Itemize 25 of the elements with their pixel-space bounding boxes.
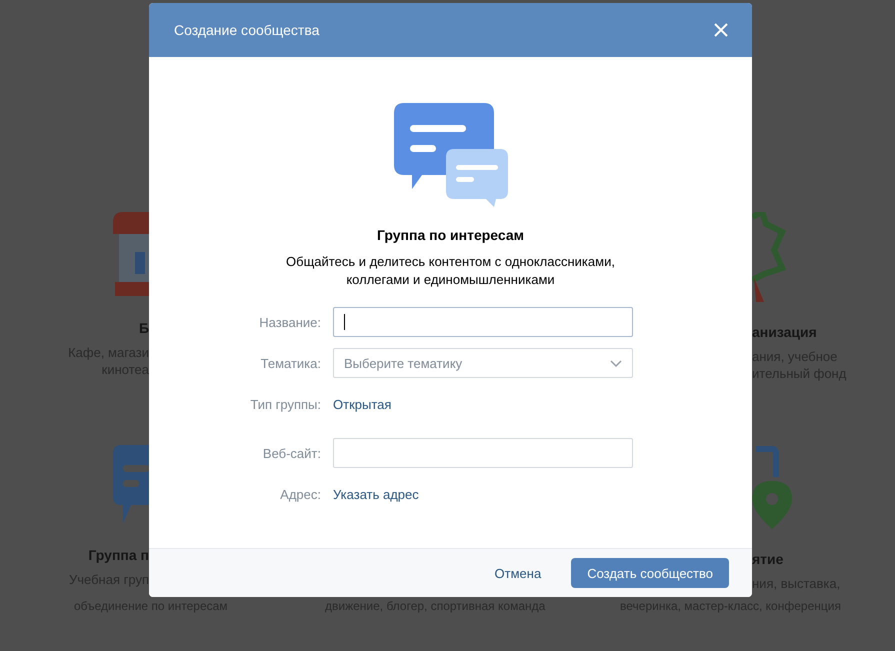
field-label: Веб-сайт:	[262, 446, 322, 460]
dialog-title: Создание сообщества	[174, 22, 320, 38]
card-title: анизация	[752, 324, 818, 340]
chat-bubbles-icon	[392, 103, 510, 207]
field-label: Тематика:	[260, 356, 322, 370]
cancel-button[interactable]: Отмена	[480, 558, 556, 588]
placeholder: Выберите тематику	[344, 356, 462, 370]
input-field[interactable]	[333, 438, 633, 468]
field-label: Тип группы:	[249, 396, 322, 412]
field-link[interactable]: Открытая	[333, 396, 392, 412]
group-type-description: Общайтесь и делитесь контентом с одноклассниками, коллегами и единомышленниками	[285, 253, 616, 289]
field-label: Адрес:	[279, 486, 322, 502]
badge-icon	[752, 212, 786, 302]
card-title: ятие	[752, 551, 784, 567]
input-field[interactable]	[333, 307, 633, 337]
map-pin-icon	[752, 445, 794, 529]
close-icon[interactable]	[714, 23, 728, 37]
chevron-down-icon	[610, 360, 622, 366]
card-title: Группа п	[88, 547, 149, 563]
chat-icon	[113, 445, 149, 525]
field-label: Название:	[258, 314, 322, 330]
card-title: Б	[138, 320, 149, 336]
group-type-heading: Группа по интересам	[377, 227, 524, 243]
create-community-button[interactable]: Создать сообщество	[571, 558, 729, 588]
field-link[interactable]: Указать адрес	[333, 486, 419, 502]
